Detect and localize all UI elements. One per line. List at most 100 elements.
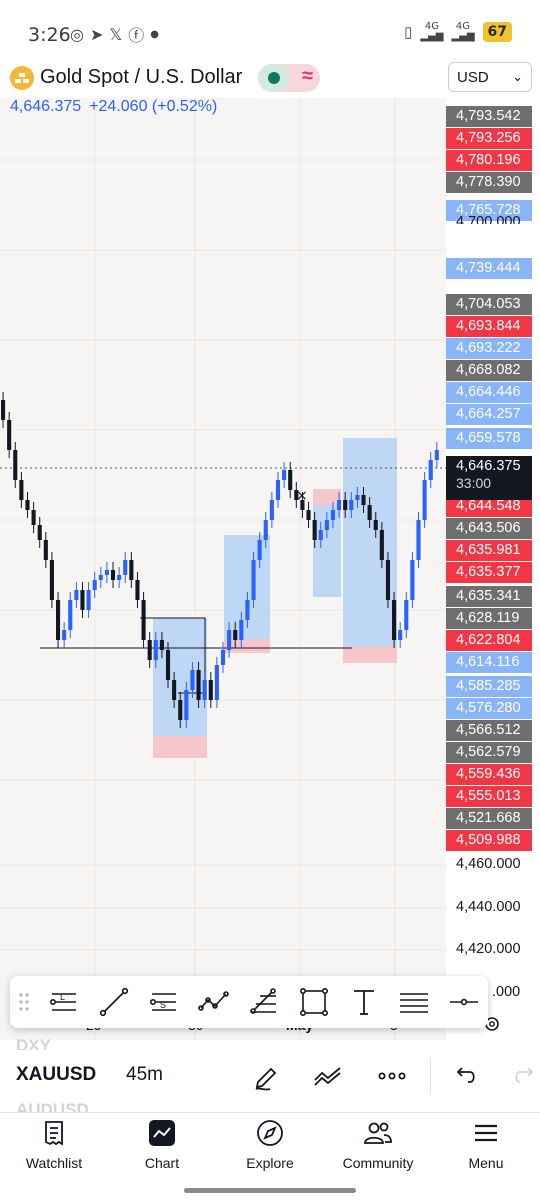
- long-position-icon[interactable]: L: [46, 984, 82, 1020]
- candle-body: [1, 400, 6, 420]
- candle-body: [104, 570, 109, 575]
- current-price-tag: 4,646.375 33:00: [446, 456, 532, 500]
- undo-icon[interactable]: [450, 1060, 482, 1092]
- home-indicator[interactable]: [184, 1188, 356, 1193]
- candle-body: [318, 530, 323, 540]
- chart-svg[interactable]: × 29 30 May 5: [0, 98, 446, 1040]
- system-icons: ▯ 4G ▂▄▆ 4G ▂▄▆ 67: [404, 22, 512, 42]
- candle-body: [214, 665, 219, 700]
- candle-body: [288, 470, 293, 490]
- svg-text:S: S: [160, 1000, 166, 1010]
- pencil-icon[interactable]: [250, 1060, 282, 1092]
- candle-body: [153, 640, 158, 660]
- candle-body: [422, 480, 427, 520]
- candle-body: [300, 500, 305, 510]
- fib-retracement-icon[interactable]: [246, 984, 282, 1020]
- compass-icon: [257, 1120, 283, 1146]
- axis-label-4420: 4,420.000: [456, 941, 521, 957]
- battery-icon: 67: [482, 22, 512, 42]
- candle-body: [245, 600, 250, 620]
- candle-body: [385, 560, 391, 600]
- candle-body: [330, 510, 336, 520]
- candle-body: [220, 650, 226, 665]
- chevron-down-icon: ⌄: [512, 69, 523, 84]
- trend-line-icon[interactable]: [96, 984, 132, 1020]
- next-symbol[interactable]: AUDUSD: [16, 1098, 89, 1112]
- price-tag: 4,566.512: [446, 720, 532, 741]
- price-tag: 4,668.082: [446, 360, 532, 381]
- indicators-icon[interactable]: [312, 1060, 344, 1092]
- symbol-name[interactable]: XAUUSD: [16, 1064, 96, 1086]
- drag-handle-icon[interactable]: [18, 992, 30, 1012]
- more-options-icon[interactable]: [376, 1060, 408, 1092]
- price-tag: 4,704.053: [446, 294, 532, 315]
- axis-label-4400: .000: [492, 984, 521, 1000]
- candle-body: [135, 580, 140, 600]
- more-dot-icon: ●: [150, 28, 160, 40]
- candle-body: [398, 630, 403, 640]
- gold-bars-icon: [10, 66, 34, 90]
- candle-body: [141, 600, 146, 640]
- price-tag: 4,635.377: [446, 562, 532, 583]
- candle-body: [428, 460, 433, 480]
- candle-body: [55, 600, 61, 640]
- candle-body: [202, 680, 207, 700]
- price-tag: 4,635.341: [446, 586, 532, 607]
- candle-body: [227, 630, 232, 650]
- candle-body: [165, 650, 171, 680]
- currency-select[interactable]: USD ⌄: [448, 62, 532, 92]
- price-tag: 4,559.436: [446, 764, 532, 785]
- status-time: 3:26: [28, 24, 71, 46]
- candle-body: [392, 600, 397, 640]
- candle-body: [410, 560, 415, 600]
- nav-chart[interactable]: Chart: [108, 1118, 216, 1178]
- price-tag: 4,628.119: [446, 608, 532, 629]
- candle-body: [404, 600, 409, 630]
- candle-body: [355, 495, 360, 500]
- candle-body: [269, 500, 274, 520]
- nav-watchlist[interactable]: Watchlist: [0, 1118, 108, 1178]
- path-icon[interactable]: [196, 984, 232, 1020]
- watchlist-icon: [45, 1121, 63, 1146]
- parallel-lines-icon[interactable]: [396, 984, 432, 1020]
- candle-body: [312, 520, 317, 540]
- horizontal-ray-icon[interactable]: [446, 984, 482, 1020]
- position-zones[interactable]: [153, 438, 397, 758]
- price-tag: 4,693.222: [446, 338, 532, 359]
- text-icon[interactable]: [346, 984, 382, 1020]
- symbol-title[interactable]: Gold Spot / U.S. Dollar: [40, 66, 242, 89]
- price-tag: 4,739.444: [446, 258, 532, 279]
- interval-button[interactable]: 45m: [126, 1064, 163, 1086]
- network-4g-icon: 4G ▂▄▆: [420, 21, 444, 42]
- facebook-icon: ⓕ: [128, 26, 145, 45]
- telegram-icon: ➤: [89, 24, 104, 44]
- rectangle-icon[interactable]: [296, 984, 332, 1020]
- candle-body: [49, 560, 54, 600]
- prev-symbol[interactable]: DXY: [16, 1036, 51, 1050]
- candle-body: [416, 520, 421, 560]
- last-price: 4,646.375: [10, 98, 82, 115]
- candle-body: [110, 570, 116, 580]
- candle-body: [80, 590, 85, 610]
- price-tag: 4,659.578: [446, 428, 532, 449]
- candle-body: [379, 530, 384, 560]
- chart-canvas[interactable]: × 29 30 May 5: [0, 98, 446, 1040]
- nav-explore[interactable]: Explore: [216, 1118, 324, 1178]
- price-tag: 4,793.542: [446, 106, 532, 127]
- candle-body: [239, 620, 244, 640]
- nav-menu[interactable]: Menu: [432, 1118, 540, 1178]
- candle-body: [263, 520, 268, 540]
- price-tag: 4,614.116: [446, 652, 532, 673]
- delayed-wave-icon: ≈: [302, 65, 313, 87]
- candle-body: [337, 500, 342, 510]
- svg-text:L: L: [60, 992, 65, 1002]
- short-position-icon[interactable]: S: [146, 984, 182, 1020]
- candle-body: [196, 670, 201, 700]
- nav-community[interactable]: Community: [324, 1118, 432, 1178]
- community-icon: [364, 1122, 392, 1144]
- candle-body: [172, 680, 177, 700]
- candle-body: [43, 540, 48, 560]
- price-tag: 4,509.988: [446, 830, 532, 851]
- market-status-pill[interactable]: ≈: [258, 64, 320, 92]
- redo-icon[interactable]: [508, 1060, 540, 1092]
